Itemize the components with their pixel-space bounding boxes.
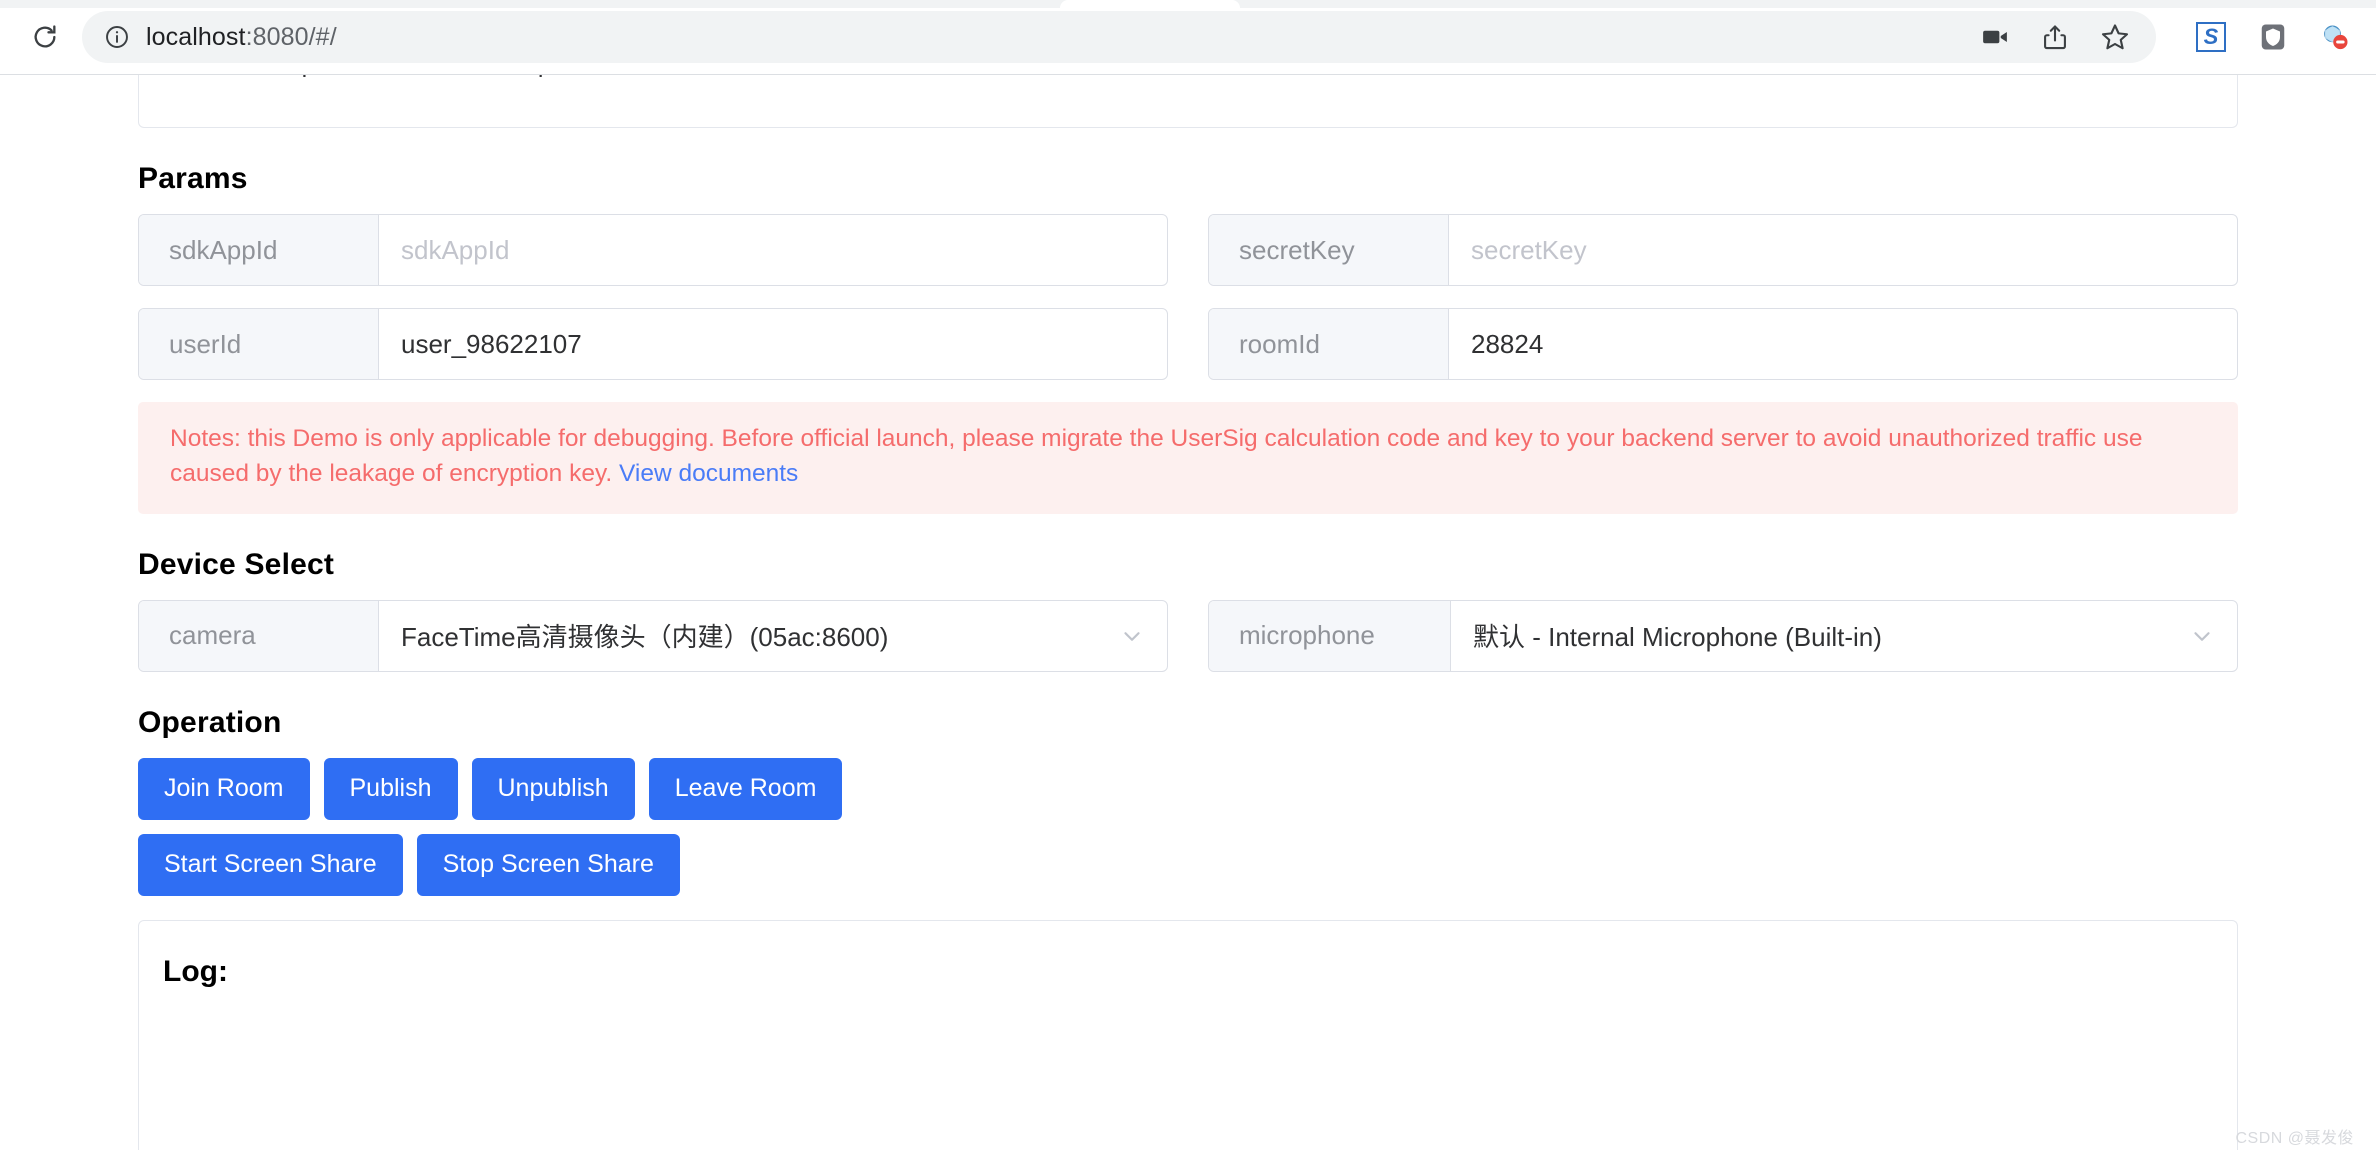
publish-button[interactable]: Publish xyxy=(323,757,458,820)
omnibox-action-group xyxy=(1978,20,2138,54)
reload-icon[interactable] xyxy=(22,14,68,60)
operation-button-row-1: Join Room Publish Unpublish Leave Room xyxy=(138,757,2238,820)
start-screen-share-button[interactable]: Start Screen Share xyxy=(138,833,403,896)
info-circle-icon[interactable] xyxy=(104,24,130,50)
params-row-2: userId user_98622107 roomId 28824 xyxy=(138,308,2238,380)
page-viewport: Click Stop Share Screen to unpublish scr… xyxy=(0,75,2376,1162)
log-label: Log: xyxy=(163,954,228,988)
notes-text: Notes: this Demo is only applicable for … xyxy=(170,425,2143,487)
browser-tabstrip-edge xyxy=(0,0,2376,8)
browser-toolbar: localhost:8080/#/ S xyxy=(0,0,2376,75)
userid-input[interactable]: user_98622107 xyxy=(379,309,1167,379)
secretkey-label: secretKey xyxy=(1209,215,1449,285)
camera-label: camera xyxy=(139,600,379,671)
userid-field[interactable]: userId user_98622107 xyxy=(138,308,1168,380)
address-bar-url[interactable]: localhost:8080/#/ xyxy=(146,23,1966,52)
url-host: localhost xyxy=(146,22,246,51)
notes-banner: Notes: this Demo is only applicable for … xyxy=(138,402,2238,514)
watermark: CSDN @聂发俊 xyxy=(2235,1130,2354,1147)
camera-select[interactable]: camera FaceTime高清摄像头（内建）(05ac:8600) xyxy=(138,599,1168,672)
sdkappid-input[interactable]: sdkAppId xyxy=(379,215,1167,285)
adblock-extension-icon[interactable] xyxy=(2318,20,2352,54)
microphone-label: microphone xyxy=(1209,600,1451,671)
address-bar[interactable]: localhost:8080/#/ xyxy=(82,11,2156,63)
share-icon[interactable] xyxy=(2038,20,2072,54)
instructions-list: Click Stop Share Screen to unpublish scr… xyxy=(203,75,2237,77)
view-documents-link[interactable]: View documents xyxy=(619,460,798,487)
device-select-section-title: Device Select xyxy=(138,547,335,581)
video-camera-icon[interactable] xyxy=(1978,20,2012,54)
instructions-card: Click Stop Share Screen to unpublish scr… xyxy=(138,75,2238,128)
roomid-label: roomId xyxy=(1209,309,1449,379)
params-section-title: Params xyxy=(138,162,248,195)
sogou-extension-icon[interactable]: S xyxy=(2194,20,2228,54)
roomid-input[interactable]: 28824 xyxy=(1449,309,2237,379)
chevron-down-icon[interactable] xyxy=(1119,623,1145,649)
chevron-down-icon[interactable] xyxy=(2189,623,2215,649)
leave-room-button[interactable]: Leave Room xyxy=(648,757,843,820)
userid-input-value: user_98622107 xyxy=(401,328,582,359)
shield-extension-icon[interactable] xyxy=(2256,20,2290,54)
url-path: :8080/#/ xyxy=(245,22,337,51)
secretkey-input-value: secretKey xyxy=(1471,234,1587,265)
camera-select-control[interactable]: FaceTime高清摄像头（内建）(05ac:8600) xyxy=(379,601,1167,671)
userid-label: userId xyxy=(139,309,379,379)
stop-screen-share-button[interactable]: Stop Screen Share xyxy=(416,833,680,896)
secretkey-field[interactable]: secretKey secretKey xyxy=(1208,214,2238,286)
list-item: Click Stop Share Screen to unpublish scr… xyxy=(203,75,2237,77)
browser-extensions: S xyxy=(2194,20,2352,54)
log-panel: Log: xyxy=(138,919,2238,1150)
device-select-row: camera FaceTime高清摄像头（内建）(05ac:8600) micr… xyxy=(138,599,2238,672)
camera-selected-value: FaceTime高清摄像头（内建）(05ac:8600) xyxy=(401,622,889,653)
operation-button-row-2: Start Screen Share Stop Screen Share xyxy=(138,833,2238,896)
sdkappid-field[interactable]: sdkAppId sdkAppId xyxy=(138,214,1168,286)
microphone-select[interactable]: microphone 默认 - Internal Microphone (Bui… xyxy=(1208,599,2238,672)
page-content: Click Stop Share Screen to unpublish scr… xyxy=(0,75,2376,1150)
params-row-1: sdkAppId sdkAppId secretKey secretKey xyxy=(138,214,2238,286)
unpublish-button[interactable]: Unpublish xyxy=(471,757,635,820)
microphone-select-control[interactable]: 默认 - Internal Microphone (Built-in) xyxy=(1451,601,2237,671)
microphone-selected-value: 默认 - Internal Microphone (Built-in) xyxy=(1473,622,1882,653)
bookmark-star-icon[interactable] xyxy=(2098,20,2132,54)
sdkappid-label: sdkAppId xyxy=(139,215,379,285)
roomid-field[interactable]: roomId 28824 xyxy=(1208,308,2238,380)
sdkappid-input-value: sdkAppId xyxy=(401,234,510,265)
roomid-input-value: 28824 xyxy=(1471,328,1544,359)
secretkey-input[interactable]: secretKey xyxy=(1449,215,2237,285)
join-room-button[interactable]: Join Room xyxy=(138,757,310,820)
browser-tab[interactable] xyxy=(1060,0,1240,8)
operation-section-title: Operation xyxy=(138,705,282,739)
